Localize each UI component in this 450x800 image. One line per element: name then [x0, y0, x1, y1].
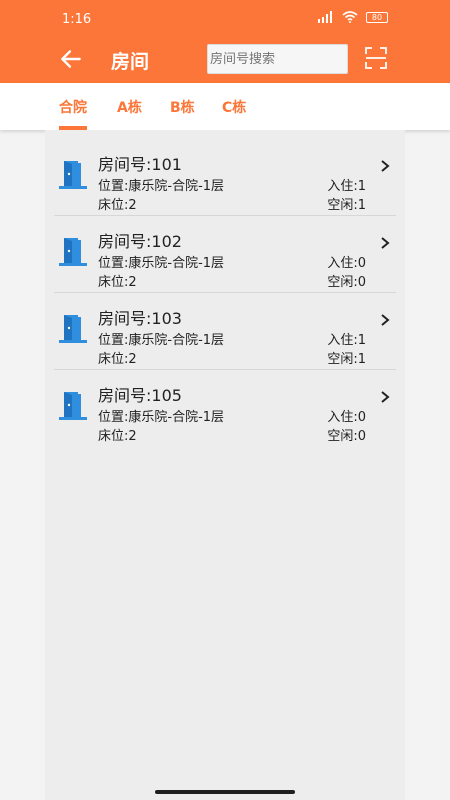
- status-time: 1:16: [62, 12, 92, 27]
- room-number: 房间号:101: [98, 155, 182, 174]
- page-title: 房间: [111, 51, 150, 73]
- room-item-102[interactable]: 房间号:102 位置:康乐院-合院-1层 床位:2 入住:0 空闲:0: [54, 219, 396, 296]
- room-occupied: 入住:1: [327, 333, 366, 348]
- room-item-101[interactable]: 房间号:101 位置:康乐院-合院-1层 床位:2 入住:1 空闲:1: [54, 142, 396, 219]
- chevron-right-icon: [381, 160, 390, 172]
- chevron-right-icon: [381, 391, 390, 403]
- room-location: 位置:康乐院-合院-1层: [98, 333, 225, 348]
- battery-icon: 80: [366, 11, 388, 23]
- divider: [54, 292, 396, 293]
- tab-a[interactable]: A栋: [117, 97, 142, 117]
- room-number: 房间号:102: [98, 232, 182, 251]
- wifi-icon: [342, 11, 358, 23]
- room-item-105[interactable]: 房间号:105 位置:康乐院-合院-1层 床位:2 入住:0 空闲:0: [54, 373, 396, 450]
- status-bar: 1:16 80: [0, 0, 450, 40]
- search-input[interactable]: [207, 44, 348, 74]
- chevron-right-icon: [381, 237, 390, 249]
- divider: [54, 215, 396, 216]
- battery-level: 80: [371, 12, 383, 22]
- signal-icon: [318, 11, 332, 23]
- room-location: 位置:康乐院-合院-1层: [98, 256, 225, 271]
- tab-b[interactable]: B栋: [170, 97, 195, 117]
- building-tabs: 合院 A栋 B栋 C栋: [0, 83, 450, 130]
- chevron-right-icon: [381, 314, 390, 326]
- room-number: 房间号:105: [98, 386, 182, 405]
- door-icon: [59, 238, 87, 266]
- room-occupied: 入住:0: [327, 410, 366, 425]
- back-arrow-icon[interactable]: [58, 46, 84, 72]
- room-beds: 床位:2: [98, 275, 137, 290]
- scan-icon[interactable]: [364, 46, 388, 70]
- door-icon: [59, 161, 87, 189]
- door-icon: [59, 392, 87, 420]
- room-number: 房间号:103: [98, 309, 182, 328]
- room-list: 房间号:101 位置:康乐院-合院-1层 床位:2 入住:1 空闲:1 房间号:…: [45, 130, 405, 800]
- room-beds: 床位:2: [98, 352, 137, 367]
- room-beds: 床位:2: [98, 429, 137, 444]
- tab-heyuan[interactable]: 合院: [59, 97, 87, 117]
- room-occupied: 入住:0: [327, 256, 366, 271]
- divider: [54, 369, 396, 370]
- room-free: 空闲:0: [327, 275, 366, 290]
- status-icons: 80: [318, 11, 388, 23]
- room-beds: 床位:2: [98, 198, 137, 213]
- app-bar: 房间: [0, 40, 450, 83]
- room-free: 空闲:1: [327, 352, 366, 367]
- tab-c[interactable]: C栋: [222, 97, 246, 117]
- room-free: 空闲:1: [327, 198, 366, 213]
- home-indicator[interactable]: [155, 790, 295, 794]
- room-free: 空闲:0: [327, 429, 366, 444]
- room-occupied: 入住:1: [327, 179, 366, 194]
- room-location: 位置:康乐院-合院-1层: [98, 179, 225, 194]
- room-location: 位置:康乐院-合院-1层: [98, 410, 225, 425]
- room-item-103[interactable]: 房间号:103 位置:康乐院-合院-1层 床位:2 入住:1 空闲:1: [54, 296, 396, 373]
- door-icon: [59, 315, 87, 343]
